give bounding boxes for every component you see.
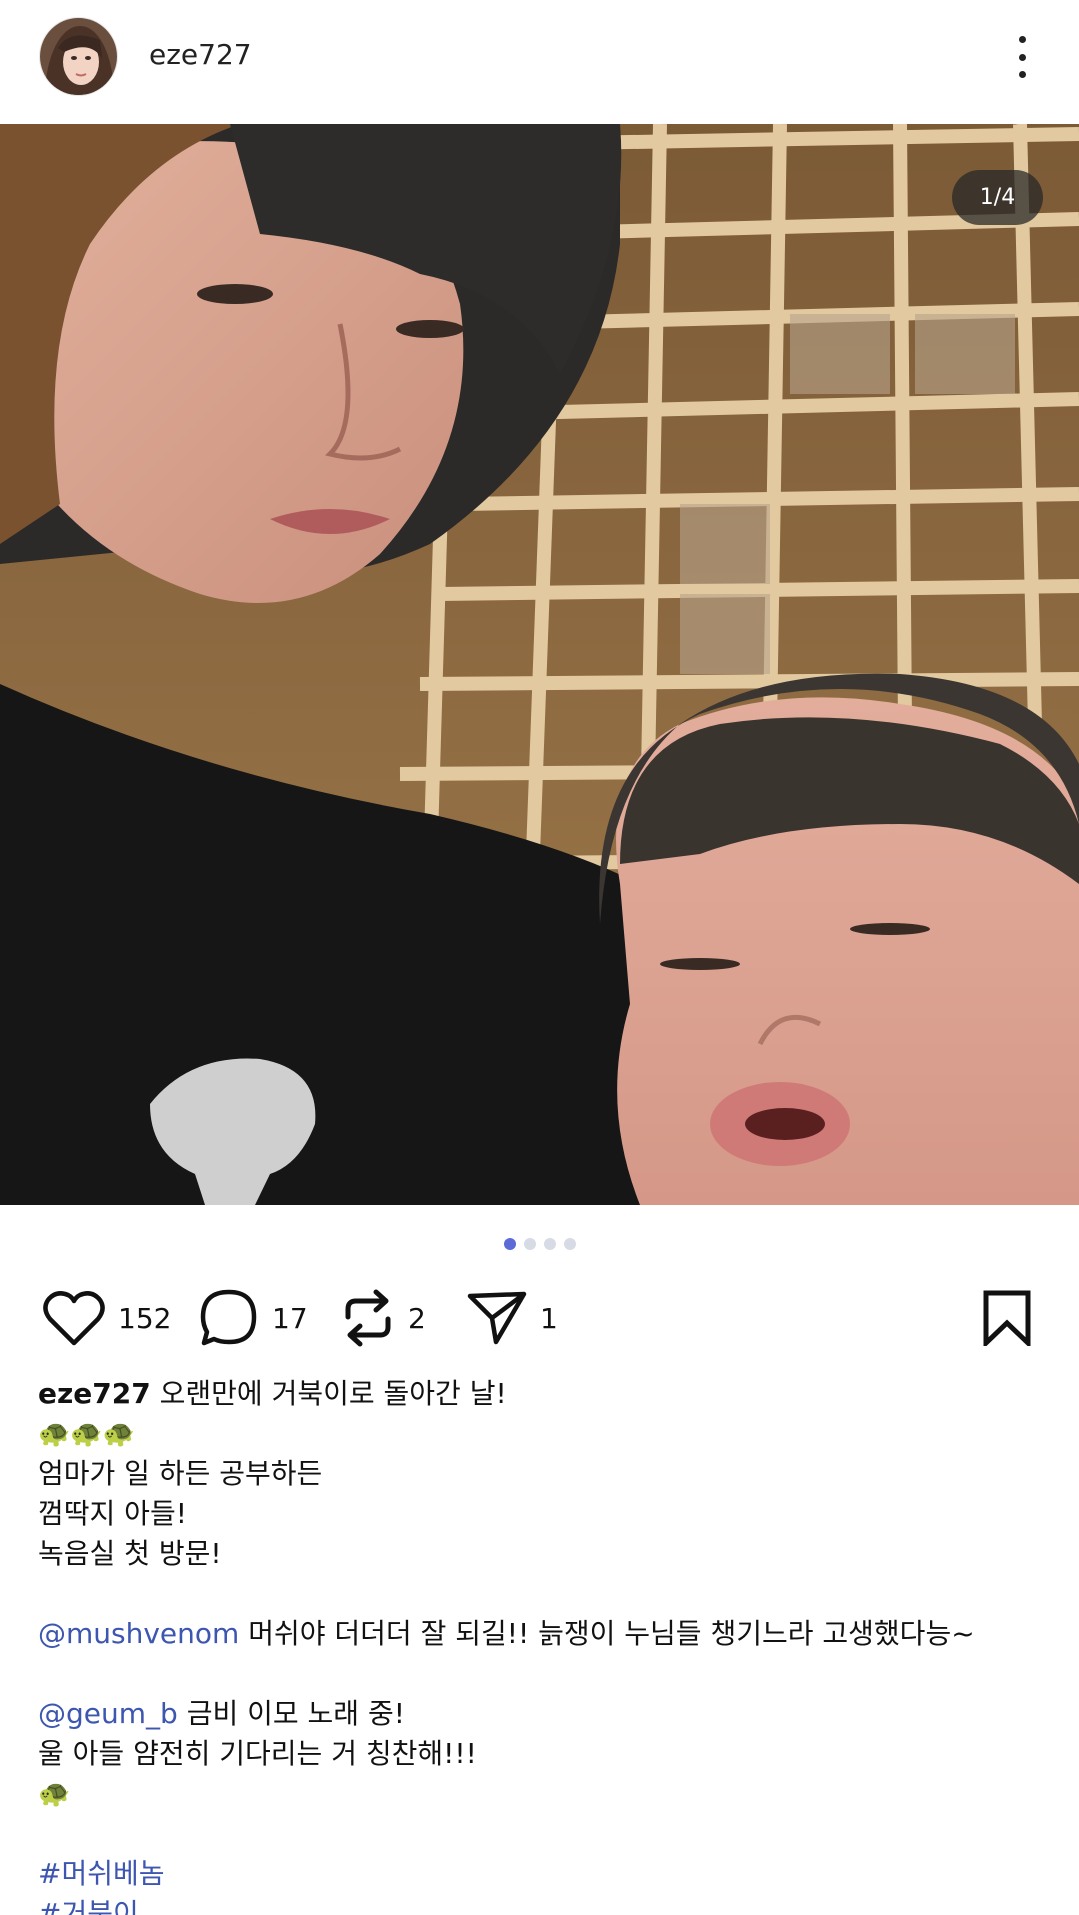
- mention-link[interactable]: @mushvenom: [38, 1617, 239, 1650]
- like-count: 152: [118, 1301, 172, 1335]
- caption-text: 오랜만에 거북이로 돌아간 날!: [159, 1377, 507, 1410]
- carousel-dot[interactable]: [563, 1238, 576, 1250]
- send-icon: [467, 1291, 527, 1345]
- post-header: eze727: [0, 0, 1079, 124]
- caption-line: 껌딱지 아들!: [38, 1497, 187, 1530]
- bookmark-icon: [983, 1290, 1031, 1346]
- comment-count: 17: [272, 1301, 308, 1335]
- caption-line: 녹음실 첫 방문!: [38, 1537, 222, 1570]
- media-counter-badge: 1/4: [952, 170, 1043, 225]
- action-bar: 152 17 2 1: [0, 1280, 1079, 1356]
- caption-username[interactable]: eze727: [38, 1377, 151, 1410]
- like-button[interactable]: 152: [42, 1280, 171, 1356]
- repost-icon: [345, 1289, 391, 1347]
- avatar[interactable]: [39, 17, 118, 96]
- caption-line: 엄마가 일 하든 공부하든: [38, 1457, 323, 1490]
- carousel-dot[interactable]: [503, 1238, 516, 1250]
- repost-count: 2: [408, 1301, 426, 1335]
- post-caption: eze727 오랜만에 거북이로 돌아간 날! 🐢🐢🐢 엄마가 일 하든 공부하…: [38, 1374, 1048, 1915]
- carousel-dot[interactable]: [523, 1238, 536, 1250]
- carousel-dot[interactable]: [543, 1238, 556, 1250]
- caption-text: 머쉬야 더더더 잘 되길!! 늙쟁이 누님들 챙기느라 고생했다능~: [239, 1617, 975, 1650]
- hashtag-link[interactable]: #거북이: [38, 1894, 1048, 1915]
- caption-text: 금비 이모 노래 중!: [177, 1697, 405, 1730]
- carousel-page-indicator: [0, 1238, 1079, 1250]
- more-vertical-icon[interactable]: [1005, 32, 1039, 82]
- turtle-emoji: 🐢: [38, 1779, 71, 1809]
- post-photo[interactable]: [0, 124, 1079, 1205]
- post-username[interactable]: eze727: [149, 38, 252, 71]
- caption-line: 울 아들 얌전히 기다리는 거 칭찬해!!!: [38, 1737, 477, 1770]
- comment-button[interactable]: 17: [198, 1280, 308, 1356]
- share-count: 1: [540, 1301, 558, 1335]
- mention-link[interactable]: @geum_b: [38, 1697, 178, 1730]
- comment-bubble-icon: [200, 1289, 257, 1346]
- repost-button[interactable]: 2: [340, 1280, 426, 1356]
- share-button[interactable]: 1: [466, 1280, 558, 1356]
- turtle-emoji-row: 🐢🐢🐢: [38, 1419, 136, 1449]
- bookmark-button[interactable]: [982, 1280, 1032, 1356]
- heart-icon: [43, 1291, 105, 1346]
- hashtag-link[interactable]: #머쉬베놈: [38, 1854, 1048, 1894]
